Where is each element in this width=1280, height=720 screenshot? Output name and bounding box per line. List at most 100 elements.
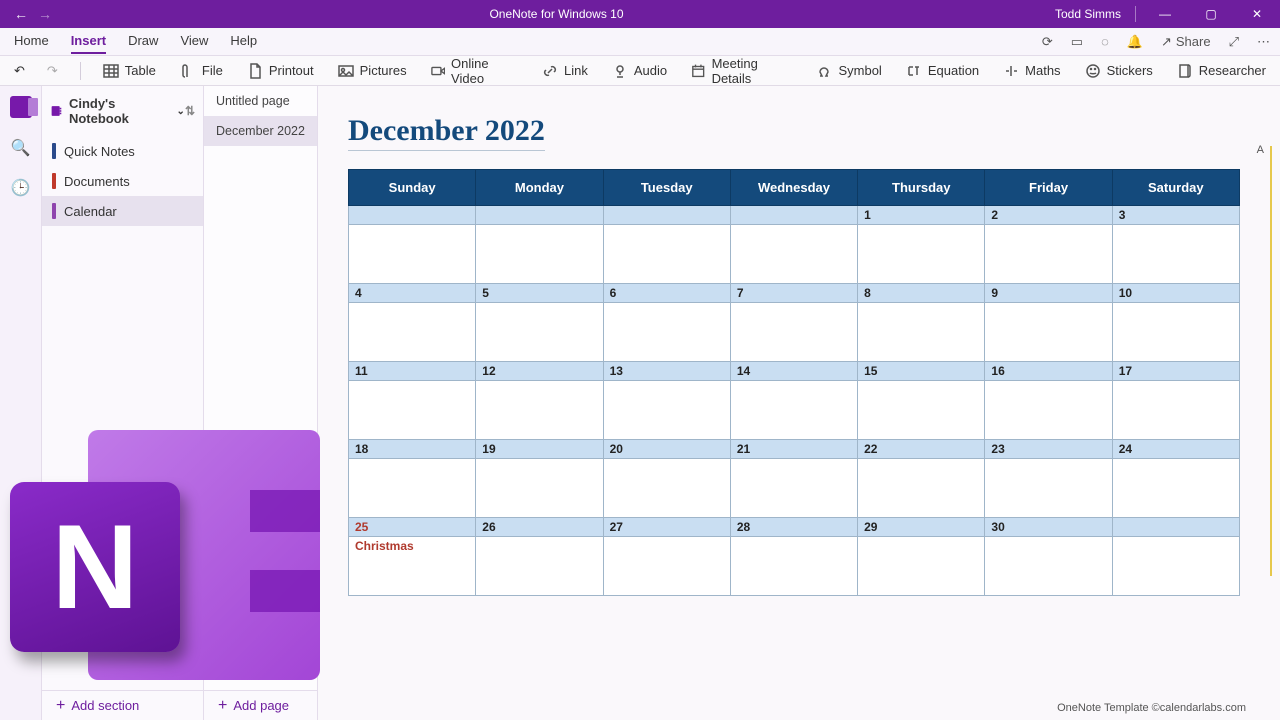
- section-documents[interactable]: Documents: [42, 166, 203, 196]
- day-header: Saturday: [1112, 170, 1239, 206]
- sync-icon[interactable]: ⟳: [1042, 34, 1053, 50]
- calendar-cell[interactable]: 18: [349, 440, 476, 518]
- maximize-button[interactable]: ▢: [1188, 7, 1234, 21]
- ribbon-symbol[interactable]: Symbol: [816, 63, 881, 79]
- calendar-cell[interactable]: [1112, 518, 1239, 596]
- notebook-picker[interactable]: Cindy's Notebook ⌄ ⇅: [42, 86, 203, 136]
- calendar-cell[interactable]: 7: [730, 284, 857, 362]
- day-header: Friday: [985, 170, 1112, 206]
- calendar-cell[interactable]: [730, 206, 857, 284]
- calendar-cell[interactable]: 29: [858, 518, 985, 596]
- ribbon-printout[interactable]: Printout: [247, 63, 314, 79]
- ribbon-file[interactable]: File: [180, 63, 223, 79]
- section-quick-notes[interactable]: Quick Notes: [42, 136, 203, 166]
- calendar-cell[interactable]: 24: [1112, 440, 1239, 518]
- calendar-cell[interactable]: 17: [1112, 362, 1239, 440]
- calendar-cell[interactable]: 3: [1112, 206, 1239, 284]
- page-item[interactable]: December 2022: [204, 116, 317, 146]
- calendar-cell[interactable]: 5: [476, 284, 603, 362]
- day-header: Wednesday: [730, 170, 857, 206]
- calendar-cell[interactable]: 20: [603, 440, 730, 518]
- recent-icon[interactable]: 🕒: [11, 178, 31, 198]
- lightbulb-icon[interactable]: ◌: [1101, 34, 1109, 49]
- menu-bar: Home Insert Draw View Help ⟳ ▭ ◌ 🔔 ↗ Share ⤢…: [0, 28, 1280, 56]
- menu-tab-draw[interactable]: Draw: [128, 29, 158, 54]
- fullscreen-icon[interactable]: ⤢: [1229, 34, 1239, 50]
- bell-icon[interactable]: 🔔: [1127, 34, 1143, 50]
- page-canvas[interactable]: December 2022 SundayMondayTuesdayWednesd…: [318, 86, 1280, 720]
- calendar-cell[interactable]: 12: [476, 362, 603, 440]
- calendar-cell[interactable]: 10: [1112, 284, 1239, 362]
- page-edge-marker: [1270, 146, 1272, 576]
- calendar-cell[interactable]: 23: [985, 440, 1112, 518]
- calendar-cell[interactable]: 27: [603, 518, 730, 596]
- day-header: Thursday: [858, 170, 985, 206]
- app-title: OneNote for Windows 10: [66, 7, 1047, 21]
- ribbon-researcher[interactable]: Researcher: [1177, 63, 1266, 79]
- ribbon-stickers[interactable]: Stickers: [1085, 63, 1153, 79]
- section-list: Cindy's Notebook ⌄ ⇅ Quick NotesDocument…: [42, 86, 204, 720]
- forward-icon[interactable]: →: [38, 6, 52, 22]
- calendar-cell[interactable]: 26: [476, 518, 603, 596]
- calendar-cell[interactable]: 1: [858, 206, 985, 284]
- calendar-cell[interactable]: 4: [349, 284, 476, 362]
- close-button[interactable]: ✕: [1234, 7, 1280, 21]
- calendar-cell[interactable]: 15: [858, 362, 985, 440]
- section-calendar[interactable]: Calendar: [42, 196, 203, 226]
- minimize-button[interactable]: —: [1142, 7, 1188, 21]
- text-cursor-marker: A: [1257, 144, 1264, 156]
- menu-tab-view[interactable]: View: [180, 29, 208, 54]
- calendar-cell[interactable]: 19: [476, 440, 603, 518]
- ribbon-audio[interactable]: Audio: [612, 63, 667, 79]
- ribbon-link[interactable]: Link: [542, 63, 588, 79]
- calendar-cell[interactable]: 14: [730, 362, 857, 440]
- undo-icon[interactable]: ↶: [14, 63, 25, 79]
- calendar-cell[interactable]: 9: [985, 284, 1112, 362]
- calendar-table: SundayMondayTuesdayWednesdayThursdayFrid…: [348, 169, 1240, 596]
- ribbon-meeting[interactable]: Meeting Details: [691, 56, 792, 86]
- chevron-down-icon: ⌄: [177, 106, 185, 117]
- calendar-cell[interactable]: 22: [858, 440, 985, 518]
- user-name[interactable]: Todd Simms: [1047, 7, 1129, 21]
- ribbon-equation[interactable]: Equation: [906, 63, 979, 79]
- calendar-cell[interactable]: [603, 206, 730, 284]
- day-header: Monday: [476, 170, 603, 206]
- calendar-cell[interactable]: 25Christmas: [349, 518, 476, 596]
- onenote-icon[interactable]: [10, 96, 32, 118]
- ribbon-table[interactable]: Table: [103, 63, 156, 79]
- page-item[interactable]: Untitled page: [204, 86, 317, 116]
- ribbon-pictures[interactable]: Pictures: [338, 63, 407, 79]
- back-icon[interactable]: ←: [14, 6, 28, 22]
- calendar-cell[interactable]: [476, 206, 603, 284]
- ribbon-maths[interactable]: Maths: [1003, 63, 1060, 79]
- search-icon[interactable]: 🔍: [11, 138, 31, 158]
- add-section-button[interactable]: +Add section: [42, 690, 204, 720]
- day-header: Tuesday: [603, 170, 730, 206]
- more-icon[interactable]: ⋯: [1257, 34, 1270, 50]
- calendar-cell[interactable]: 28: [730, 518, 857, 596]
- calendar-cell[interactable]: 11: [349, 362, 476, 440]
- day-header: Sunday: [349, 170, 476, 206]
- calendar-cell[interactable]: 13: [603, 362, 730, 440]
- title-bar: ← → OneNote for Windows 10 Todd Simms — …: [0, 0, 1280, 28]
- page-list: Untitled pageDecember 2022: [204, 86, 318, 720]
- calendar-cell[interactable]: 6: [603, 284, 730, 362]
- add-page-button[interactable]: +Add page: [204, 690, 318, 720]
- menu-tab-insert[interactable]: Insert: [71, 29, 106, 54]
- calendar-cell[interactable]: 21: [730, 440, 857, 518]
- left-rail: 🔍 🕒: [0, 86, 42, 720]
- page-icon[interactable]: ▭: [1071, 34, 1083, 50]
- menu-tab-home[interactable]: Home: [14, 29, 49, 54]
- calendar-cell[interactable]: [349, 206, 476, 284]
- share-button[interactable]: ↗ Share: [1161, 34, 1211, 50]
- menu-tab-help[interactable]: Help: [230, 29, 257, 54]
- calendar-cell[interactable]: 30: [985, 518, 1112, 596]
- calendar-cell[interactable]: 8: [858, 284, 985, 362]
- calendar-cell[interactable]: 2: [985, 206, 1112, 284]
- calendar-cell[interactable]: 16: [985, 362, 1112, 440]
- template-credit: OneNote Template ©calendarlabs.com: [1057, 702, 1246, 714]
- ribbon-video[interactable]: Online Video: [431, 56, 518, 86]
- sort-icon[interactable]: ⇅: [185, 104, 195, 118]
- ribbon: ↶ ↷ Table File Printout Pictures Online Vide…: [0, 56, 1280, 86]
- redo-icon[interactable]: ↷: [47, 63, 58, 79]
